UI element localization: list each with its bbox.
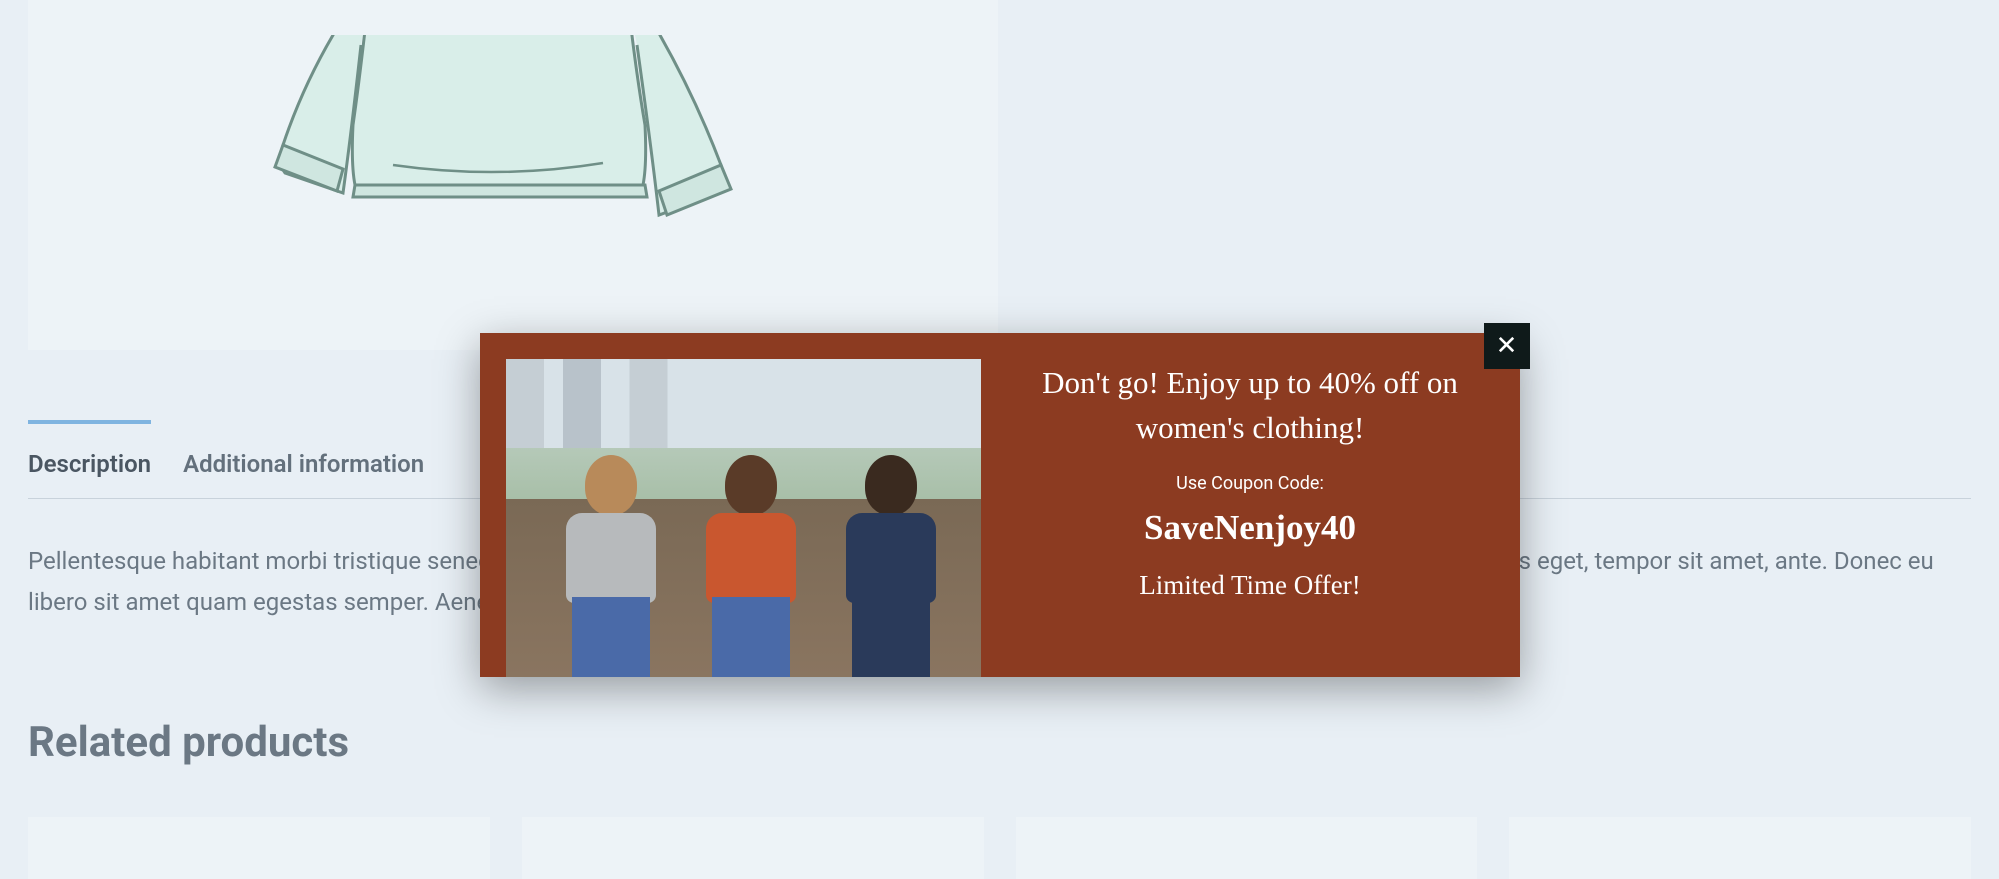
- promo-headline: Don't go! Enjoy up to 40% off on women's…: [1017, 361, 1484, 451]
- shirt-illustration: [233, 35, 793, 315]
- promo-image: [506, 359, 981, 677]
- tab-description[interactable]: Description: [28, 450, 151, 498]
- promo-limited-text: Limited Time Offer!: [1017, 570, 1484, 601]
- tab-additional-info[interactable]: Additional information: [183, 450, 424, 498]
- promo-subtext: Use Coupon Code:: [1017, 473, 1484, 494]
- promo-modal: ✕ Don't go! Enjoy up to 40% off on women…: [480, 333, 1520, 677]
- related-products-heading: Related products: [28, 718, 1971, 767]
- related-product-card[interactable]: [1016, 817, 1478, 879]
- promo-coupon-code: SaveNenjoy40: [1017, 508, 1484, 548]
- related-product-card[interactable]: [1509, 817, 1971, 879]
- close-icon[interactable]: ✕: [1484, 323, 1530, 369]
- related-product-card[interactable]: [522, 817, 984, 879]
- product-main-image[interactable]: [28, 0, 998, 350]
- related-product-card[interactable]: [28, 817, 490, 879]
- related-products-grid: [28, 817, 1971, 879]
